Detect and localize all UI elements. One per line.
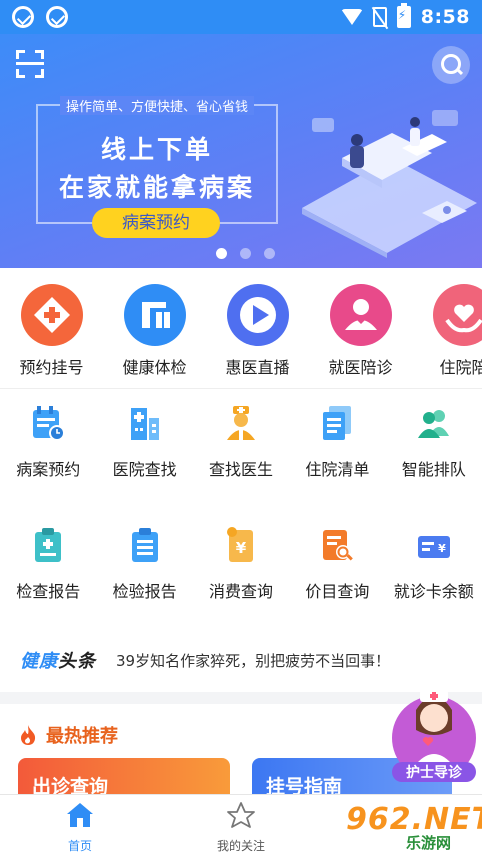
grid-item-label: 智能排队 <box>401 460 466 479</box>
service-label: 健康体检 <box>122 358 187 377</box>
flame-icon <box>21 725 36 745</box>
service-checkup[interactable]: 健康体检 <box>103 268 206 388</box>
headline-text[interactable]: 39岁知名作家猝死，别把疲劳不当回事！ <box>116 650 390 671</box>
companion-icon <box>329 284 392 346</box>
service-live[interactable]: 惠医直播 <box>206 268 309 388</box>
health-headline-logo: 健康头条 <box>20 647 96 673</box>
clock: 8:58 <box>420 6 470 28</box>
carousel-dots[interactable] <box>216 248 275 259</box>
hands-heart-icon <box>432 284 482 346</box>
service-label: 住院陪 <box>439 358 482 377</box>
service-grid-row-2: 检查报告 检验报告 ¥ 消费查询 价目查询 ¥ 就诊卡余额 <box>0 526 482 602</box>
battery-charging-icon <box>396 3 411 28</box>
no-sim-icon <box>372 7 387 27</box>
logo-part-1: 健康 <box>20 651 58 672</box>
promo-banner[interactable]: 操作简单、方便快捷、省心省钱 线上下单 在家就能拿病案 病案预约 <box>0 34 482 268</box>
service-inpatient[interactable]: 住院陪 <box>412 268 482 388</box>
grid-item-label: 就诊卡余额 <box>393 582 474 601</box>
service-label: 就医陪诊 <box>328 358 393 377</box>
card-yuan-icon: ¥ <box>416 526 452 564</box>
service-companion[interactable]: 就医陪诊 <box>309 268 412 388</box>
grid-item-label: 价目查询 <box>305 582 370 601</box>
carousel-dot-3[interactable] <box>264 248 275 259</box>
service-label: 预约挂号 <box>19 358 84 377</box>
logo-part-2: 头条 <box>58 651 96 672</box>
lab-report-icon <box>127 526 163 564</box>
watermark-logo: 962.NET 乐游网 <box>340 800 482 852</box>
promo-tagline: 操作简单、方便快捷、省心省钱 <box>60 96 255 115</box>
price-search-icon <box>319 526 355 564</box>
grid-item-label: 消费查询 <box>208 582 273 601</box>
scan-icon[interactable] <box>16 50 44 78</box>
grid-item-checkup-report[interactable]: 检查报告 <box>0 526 96 602</box>
carousel-dot-1[interactable] <box>216 248 227 259</box>
isometric-desk-illustration <box>302 110 477 258</box>
sync-icon <box>12 6 34 28</box>
tab-home[interactable]: 首页 <box>40 801 120 854</box>
carousel-dot-2[interactable] <box>240 248 251 259</box>
checkup-report-icon <box>30 526 66 564</box>
card-title: 出诊查询 <box>32 776 109 794</box>
divider <box>0 388 482 389</box>
status-bar: 8:58 <box>0 0 482 34</box>
grid-item-label: 检验报告 <box>112 582 177 601</box>
grid-item-expense-query[interactable]: ¥ 消费查询 <box>193 526 289 602</box>
grid-item-price-query[interactable]: 价目查询 <box>289 526 385 602</box>
grid-item-record-booking[interactable]: 病案预约 <box>0 404 96 480</box>
card-visit-schedule[interactable]: 出诊查询 <box>18 758 230 794</box>
grid-item-lab-report[interactable]: 检验报告 <box>96 526 192 602</box>
grid-item-inpatient-list[interactable]: 住院清单 <box>289 404 385 480</box>
svg-text:¥: ¥ <box>438 542 446 555</box>
service-appointment[interactable]: 预约挂号 <box>0 268 103 388</box>
promo-cta-button[interactable]: 病案预约 <box>92 208 220 238</box>
yuan-receipt-icon: ¥ <box>223 526 259 564</box>
grid-item-label: 医院查找 <box>112 460 177 479</box>
card-title: 挂号指南 <box>266 776 343 794</box>
plus-diamond-icon <box>20 284 83 346</box>
grid-item-find-hospital[interactable]: 医院查找 <box>96 404 192 480</box>
svg-text:¥: ¥ <box>236 539 247 557</box>
tab-my-follow[interactable]: 我的关注 <box>201 801 281 854</box>
health-headline-ticker[interactable]: 健康头条 39岁知名作家猝死，别把疲劳不当回事！ <box>0 640 482 680</box>
top-services: 预约挂号 健康体检 惠医直播 就医陪诊 住院陪 <box>0 268 482 388</box>
search-button[interactable] <box>432 46 470 84</box>
doctor-icon <box>223 404 259 442</box>
play-icon <box>226 284 289 346</box>
grid-item-label: 检查报告 <box>16 582 81 601</box>
grid-item-label: 查找医生 <box>208 460 273 479</box>
watermark-sub: 乐游网 <box>406 834 452 852</box>
hot-recommend-header: 最热推荐 <box>18 722 118 748</box>
grid-item-smart-queue[interactable]: 智能排队 <box>386 404 482 480</box>
list-document-icon <box>319 404 355 442</box>
tab-label: 我的关注 <box>216 839 265 853</box>
grid-item-find-doctor[interactable]: 查找医生 <box>193 404 289 480</box>
grid-item-label: 病案预约 <box>16 460 81 479</box>
sync-icon-2 <box>46 6 68 28</box>
tab-label: 首页 <box>67 839 92 853</box>
star-icon <box>227 802 255 828</box>
nurse-guide-button[interactable]: 护士导诊 <box>388 680 480 788</box>
nurse-guide-label: 护士导诊 <box>406 764 463 781</box>
hot-recommend-title: 最热推荐 <box>46 726 118 747</box>
grid-item-card-balance[interactable]: ¥ 就诊卡余额 <box>386 526 482 602</box>
grid-item-label: 住院清单 <box>305 460 370 479</box>
people-queue-icon <box>416 404 452 442</box>
hospital-building-icon <box>127 404 163 442</box>
promo-title-line1: 线上下单 <box>100 135 213 164</box>
calendar-clock-icon <box>30 404 66 442</box>
checkup-icon <box>123 284 186 346</box>
service-grid-row-1: 病案预约 医院查找 查找医生 住院清单 智能排队 <box>0 404 482 480</box>
promo-title-line2: 在家就能拿病案 <box>58 173 255 202</box>
wifi-icon <box>340 9 363 25</box>
home-icon <box>67 803 93 827</box>
service-label: 惠医直播 <box>225 358 290 377</box>
